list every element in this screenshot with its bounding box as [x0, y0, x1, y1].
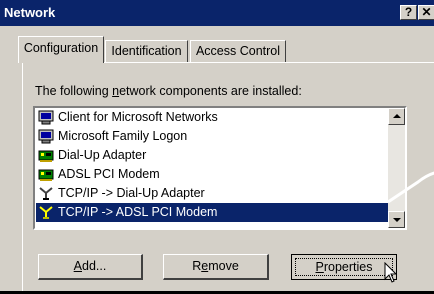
list-item[interactable]: ADSL PCI Modem: [36, 165, 388, 184]
list-item[interactable]: Client for Microsoft Networks: [36, 108, 388, 127]
protocol-icon: [39, 187, 53, 200]
list-item-label: Microsoft Family Logon: [58, 129, 188, 143]
arrow-down-icon: [393, 218, 401, 222]
list-item-label: TCP/IP -> ADSL PCI Modem: [58, 205, 218, 219]
title-bar[interactable]: Network ? ✕: [0, 0, 434, 26]
list-item-label: TCP/IP -> Dial-Up Adapter: [58, 186, 205, 200]
callout-line: [387, 171, 434, 204]
list-item-selected[interactable]: TCP/IP -> ADSL PCI Modem: [36, 203, 388, 222]
focus-rect: Properties: [295, 258, 393, 276]
tab-identification[interactable]: Identification: [105, 40, 188, 62]
close-button[interactable]: ✕: [418, 5, 434, 20]
list-item[interactable]: Microsoft Family Logon: [36, 127, 388, 146]
arrow-up-icon: [393, 114, 401, 118]
client-icon: [38, 110, 54, 125]
adapter-icon: [38, 150, 54, 162]
list-item-label: Dial-Up Adapter: [58, 148, 147, 162]
properties-button[interactable]: Properties: [291, 254, 397, 280]
adapter-icon: [38, 169, 54, 181]
tab-configuration[interactable]: Configuration: [18, 36, 104, 63]
components-list[interactable]: Client for Microsoft Networks Microsoft …: [33, 106, 407, 230]
list-item[interactable]: Dial-Up Adapter: [36, 146, 388, 165]
list-item[interactable]: TCP/IP -> Dial-Up Adapter: [36, 184, 388, 203]
window-title: Network: [4, 5, 56, 20]
scroll-down-button[interactable]: [388, 211, 405, 228]
protocol-icon: [39, 206, 53, 219]
scroll-up-button[interactable]: [388, 108, 405, 125]
mouse-pointer-icon: [384, 262, 398, 283]
help-button[interactable]: ?: [400, 5, 417, 20]
list-item-label: Client for Microsoft Networks: [58, 110, 218, 124]
client-icon: [38, 129, 54, 144]
list-item-label: ADSL PCI Modem: [58, 167, 160, 181]
components-label: The following network components are ins…: [35, 84, 302, 98]
add-button[interactable]: Add...: [38, 254, 143, 280]
remove-button[interactable]: Remove: [163, 254, 269, 280]
network-dialog: Network ? ✕ Configuration Identification…: [0, 0, 434, 294]
tab-access-control[interactable]: Access Control: [190, 40, 286, 62]
